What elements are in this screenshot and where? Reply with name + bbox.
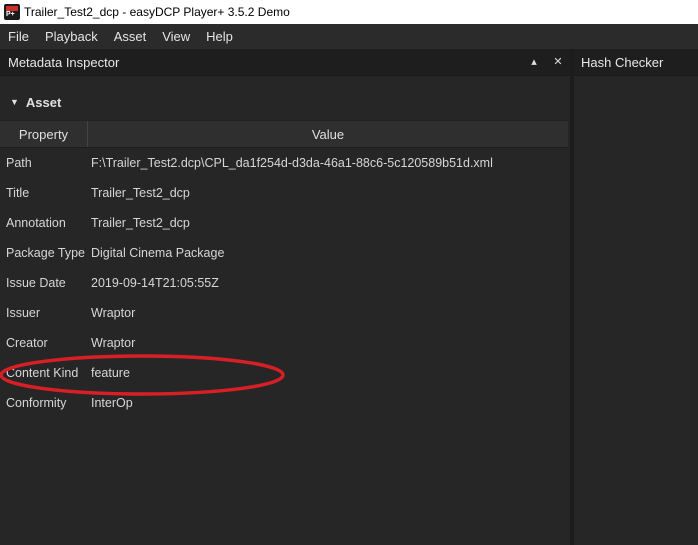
value-cell: InterOp	[91, 396, 133, 410]
value-cell: Wraptor	[91, 306, 136, 320]
menu-help[interactable]: Help	[198, 24, 241, 49]
table-header: Property Value	[0, 120, 568, 148]
menu-playback[interactable]: Playback	[37, 24, 106, 49]
table-row[interactable]: Conformity InterOp	[0, 388, 568, 418]
property-cell: Issuer	[6, 306, 41, 320]
table-row[interactable]: Creator Wraptor	[0, 328, 568, 358]
metadata-inspector-header: Metadata Inspector ▴ ✕	[0, 49, 570, 76]
table-row[interactable]: Annotation Trailer_Test2_dcp	[0, 208, 568, 238]
property-cell: Creator	[6, 336, 48, 350]
property-cell: Annotation	[6, 216, 66, 230]
value-cell: Wraptor	[91, 336, 136, 350]
metadata-table: Property Value Path F:\Trailer_Test2.dcp…	[0, 120, 568, 418]
property-cell: Title	[6, 186, 30, 200]
table-row[interactable]: Issue Date 2019-09-14T21:05:55Z	[0, 268, 568, 298]
column-header-property[interactable]: Property	[0, 121, 88, 147]
property-cell: Issue Date	[6, 276, 66, 290]
property-cell: Package Type	[6, 246, 85, 260]
value-cell: F:\Trailer_Test2.dcp\CPL_da1f254d-d3da-4…	[91, 156, 493, 170]
value-cell: Trailer_Test2_dcp	[91, 186, 190, 200]
menu-bar: File Playback Asset View Help	[0, 24, 698, 49]
panel-title: Hash Checker	[581, 54, 664, 70]
column-header-value[interactable]: Value	[88, 121, 568, 147]
menu-file[interactable]: File	[0, 24, 37, 49]
title-bar: P+ Trailer_Test2_dcp - easyDCP Player+ 3…	[0, 0, 698, 24]
hash-checker-panel: Hash Checker	[574, 49, 698, 545]
pin-icon[interactable]: ▴	[526, 53, 542, 71]
value-cell: Digital Cinema Package	[91, 246, 225, 260]
table-row[interactable]: Title Trailer_Test2_dcp	[0, 178, 568, 208]
table-row[interactable]: Issuer Wraptor	[0, 298, 568, 328]
table-row-content-kind[interactable]: Content Kind feature	[0, 358, 568, 388]
metadata-inspector-panel: Metadata Inspector ▴ ✕ ▼ Asset Property …	[0, 49, 570, 545]
value-cell: feature	[91, 366, 130, 380]
caret-down-icon: ▼	[10, 97, 19, 107]
menu-asset[interactable]: Asset	[106, 24, 155, 49]
menu-view[interactable]: View	[154, 24, 198, 49]
property-cell: Conformity	[6, 396, 67, 410]
asset-section-header[interactable]: ▼ Asset	[0, 87, 570, 117]
property-cell: Content Kind	[6, 366, 79, 380]
value-cell: Trailer_Test2_dcp	[91, 216, 190, 230]
table-row[interactable]: Package Type Digital Cinema Package	[0, 238, 568, 268]
section-label: Asset	[25, 94, 62, 110]
close-icon[interactable]: ✕	[550, 53, 566, 71]
app-icon: P+	[4, 4, 20, 20]
property-cell: Path	[6, 156, 32, 170]
table-row[interactable]: Path F:\Trailer_Test2.dcp\CPL_da1f254d-d…	[0, 148, 568, 178]
hash-checker-header[interactable]: Hash Checker	[574, 49, 698, 76]
value-cell: 2019-09-14T21:05:55Z	[91, 276, 219, 290]
window-title: Trailer_Test2_dcp - easyDCP Player+ 3.5.…	[24, 5, 290, 19]
panel-title: Metadata Inspector	[8, 54, 120, 70]
